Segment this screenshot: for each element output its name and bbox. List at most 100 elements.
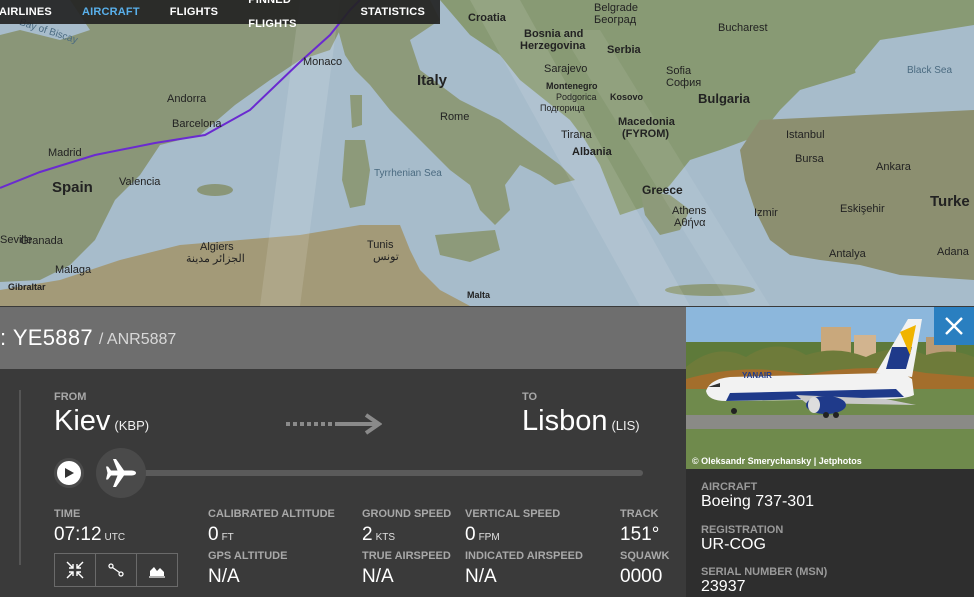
to-city-name: Lisbon [522, 405, 608, 437]
gps-altitude-value: N/A [208, 566, 240, 587]
flight-callsign: : YE5887 [0, 325, 93, 350]
serial-number-label: SERIAL NUMBER (MSN) [701, 566, 828, 578]
map-label-valencia: Valencia [119, 176, 161, 188]
squawk-value: 0000 [620, 566, 663, 587]
map-label-albania: Albania [572, 146, 612, 158]
chart-icon [149, 567, 165, 578]
indicated-airspeed-label: INDICATED AIRSPEED [465, 550, 583, 562]
map-label-bulgaria: Bulgaria [698, 91, 751, 106]
map-label-rome: Rome [440, 111, 470, 123]
close-button[interactable] [934, 307, 974, 345]
plane-icon [106, 459, 136, 487]
map-label-macedonia: Macedonia [618, 116, 675, 128]
from-code: (KBP) [114, 418, 150, 433]
panel-divider [19, 390, 21, 565]
cal-alt-unit: FT [221, 532, 234, 543]
track-value: 151° [620, 524, 660, 545]
vertical-speed-value: 0 FPM [465, 524, 500, 546]
cal-alt-number: 0 [208, 524, 219, 545]
map-label-sofia: Sofia [666, 65, 692, 77]
graph-button[interactable] [137, 554, 177, 586]
track-label: TRACK [620, 508, 659, 520]
aircraft-info-panel: AIRCRAFT Boeing 737-301 REGISTRATION UR-… [686, 469, 974, 597]
map-label-bursa: Bursa [795, 153, 824, 165]
map-label-belgrade-cyr: Београд [594, 14, 637, 26]
vertical-speed-label: VERTICAL SPEED [465, 508, 561, 520]
ground-speed-unit: KTS [375, 532, 396, 543]
photo-credit[interactable]: © Oleksandr Smerychansky | Jetphotos [692, 456, 862, 466]
flight-details-panel: FROM Kiev (KBP) TO Lisbon (LIS) TIME 07:12… [0, 369, 686, 597]
time-unit: UTC [104, 532, 126, 543]
gps-altitude-label: GPS ALTITUDE [208, 550, 288, 562]
from-label: FROM [54, 391, 87, 403]
map-label-croatia: Croatia [468, 12, 506, 24]
nav-flights[interactable]: FLIGHTS [155, 0, 233, 24]
vert-speed-number: 0 [465, 524, 476, 545]
time-label: TIME [54, 508, 81, 520]
serial-number-value: 23937 [701, 578, 746, 595]
map-label-serbia: Serbia [607, 44, 641, 56]
map-terrain [0, 0, 974, 306]
calibrated-altitude-value: 0 FT [208, 524, 234, 546]
vert-speed-unit: FPM [478, 532, 500, 543]
map-label-italy: Italy [417, 72, 448, 89]
to-city: Lisbon (LIS) [522, 405, 640, 438]
close-icon [945, 317, 963, 335]
map-label-sofia-cyr: София [666, 77, 702, 89]
map-label-turkey: Turke [930, 193, 970, 210]
map-label-barcelona: Barcelona [172, 118, 222, 130]
ground-speed-value: 2 KTS [362, 524, 395, 546]
map-label-izmir: Izmir [754, 207, 778, 219]
nav-airlines[interactable]: AIRLINES [0, 0, 67, 24]
map-label-algiers: Algiers [200, 241, 234, 253]
ground-speed-number: 2 [362, 524, 373, 545]
route-icon [108, 563, 124, 577]
map-label-gibraltar: Gibraltar [8, 282, 46, 292]
map-label-granada: Granada [20, 235, 63, 247]
map-label-greece: Greece [642, 183, 683, 197]
map-label-bosnia: Bosnia and [524, 28, 584, 40]
time-number: 07:12 [54, 524, 102, 545]
map-label-black-sea: Black Sea [907, 65, 953, 76]
map-label-athens: Athens [672, 205, 707, 217]
nav-pinned-flights[interactable]: PINNED FLIGHTS [233, 0, 345, 36]
route-button[interactable] [96, 554, 137, 586]
map-label-algiers-ar: الجزائر مدينة [186, 253, 245, 265]
time-value: 07:12 UTC [54, 524, 125, 546]
from-city-name: Kiev [54, 405, 111, 437]
aircraft-photo-image [686, 307, 974, 469]
registration-value: UR-COG [701, 536, 766, 553]
aircraft-value: Boeing 737-301 [701, 493, 814, 510]
play-icon [65, 468, 74, 478]
map-label-tirana: Tirana [561, 129, 592, 141]
map-label-antalya: Antalya [829, 248, 866, 260]
map-label-istanbul: Istanbul [786, 129, 825, 141]
flight-progress-bar[interactable] [125, 470, 643, 476]
from-city: Kiev (KBP) [54, 405, 149, 438]
map-label-spain: Spain [52, 179, 93, 196]
map-label-kosovo: Kosovo [610, 92, 644, 102]
calibrated-altitude-label: CALIBRATED ALTITUDE [208, 508, 335, 520]
flight-header: : YE5887 / ANR5887 [0, 307, 686, 369]
flight-map[interactable]: Bay of Biscay Croatia Belgrade Београд B… [0, 0, 974, 306]
callsign-text: YE5887 [12, 325, 93, 350]
map-label-madrid: Madrid [48, 147, 82, 159]
to-label: TO [522, 391, 538, 403]
map-label-adana: Adana [937, 246, 969, 258]
aircraft-photo[interactable]: YANAIR [686, 307, 974, 469]
nav-aircraft[interactable]: AIRCRAFT [67, 0, 155, 24]
map-label-tyrrhenian-sea: Tyrrhenian Sea [374, 168, 442, 179]
progress-plane-handle[interactable] [96, 448, 146, 498]
camera-view-button[interactable] [55, 554, 96, 586]
map-label-bucharest: Bucharest [718, 22, 768, 34]
route-arrow-icon [286, 413, 382, 435]
view-button-group [54, 553, 178, 587]
map-label-fyrom: (FYROM) [622, 128, 670, 140]
map-label-malaga: Malaga [55, 264, 92, 276]
registration-label: REGISTRATION [701, 524, 784, 536]
nav-statistics[interactable]: STATISTICS [345, 0, 440, 24]
map-label-eskisehir: Eskişehir [840, 203, 885, 215]
play-button[interactable] [54, 458, 84, 488]
map-label-tunis-ar: تونس [373, 251, 399, 263]
map-label-tunis: Tunis [367, 239, 394, 251]
